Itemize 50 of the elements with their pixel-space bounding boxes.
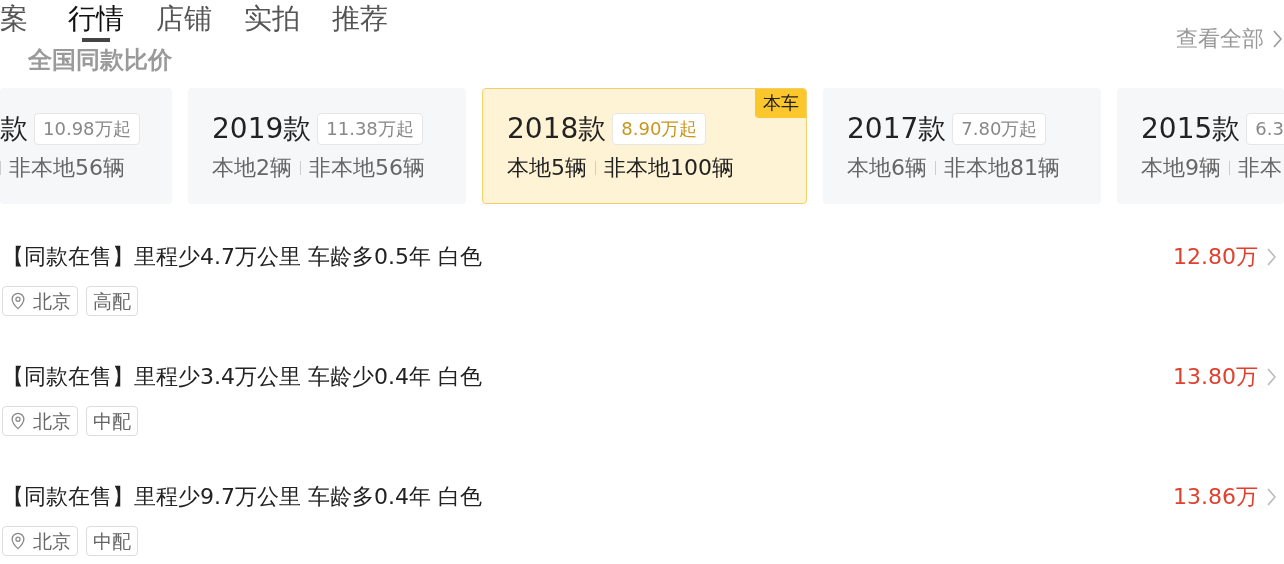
- model-year: 2018款: [507, 115, 607, 143]
- tab[interactable]: 行情: [68, 2, 124, 42]
- nonlocal-count: 非本地81辆: [944, 157, 1060, 179]
- trim-tag: 中配: [86, 526, 138, 556]
- tab[interactable]: 案: [0, 2, 28, 42]
- location-text: 北京: [33, 408, 71, 434]
- section-title: 全国同款比价: [28, 45, 172, 76]
- listing-title[interactable]: 【同款在售】里程少3.4万公里 车龄少0.4年 白色: [2, 362, 482, 392]
- local-count: 本地2辆: [212, 157, 292, 179]
- model-year-card[interactable]: 2019款 11.38万起 本地2辆 非本地56辆: [188, 88, 466, 204]
- chevron-right-icon: [1266, 368, 1276, 386]
- nonlocal-count: 非本: [1238, 157, 1282, 179]
- model-year: 款: [0, 115, 28, 143]
- listing-price: 12.80万: [1173, 243, 1258, 271]
- chevron-right-icon: [1266, 248, 1276, 266]
- tab[interactable]: 实拍: [244, 2, 300, 42]
- nonlocal-count: 非本地56辆: [9, 157, 125, 179]
- location-text: 北京: [33, 528, 71, 554]
- chevron-right-icon: [1266, 488, 1276, 506]
- listing-price: 13.86万: [1173, 483, 1258, 511]
- model-year: 2019款: [212, 115, 312, 143]
- model-year-card[interactable]: 款 10.98万起 非本地56辆: [0, 88, 172, 204]
- local-count: 本地5辆: [507, 157, 587, 179]
- location-pin-icon: [9, 412, 27, 430]
- listing-title[interactable]: 【同款在售】里程少9.7万公里 车龄多0.4年 白色: [2, 482, 482, 512]
- location-text: 北京: [33, 288, 71, 314]
- model-year: 2017款: [847, 115, 947, 143]
- starting-price-tag: 10.98万起: [34, 113, 140, 145]
- nonlocal-count: 非本地56辆: [309, 157, 425, 179]
- starting-price-tag: 7.80万起: [952, 113, 1047, 145]
- local-count: 本地6辆: [847, 157, 927, 179]
- listing-price: 13.80万: [1173, 363, 1258, 391]
- current-car-badge: 本车: [755, 89, 806, 118]
- tab[interactable]: 推荐: [332, 2, 388, 42]
- tab[interactable]: 店铺: [156, 2, 212, 42]
- starting-price-tag: 11.38万起: [317, 113, 423, 145]
- location-pin-icon: [9, 532, 27, 550]
- trim-tag: 高配: [86, 286, 138, 316]
- starting-price-tag: 6.3: [1246, 113, 1284, 145]
- location-pin-icon: [9, 292, 27, 310]
- listing-title[interactable]: 【同款在售】里程少4.7万公里 车龄多0.5年 白色: [2, 242, 482, 272]
- model-year-card[interactable]: 2015款 6.3 本地9辆 非本: [1117, 88, 1284, 204]
- model-year-card[interactable]: 本车 2018款 8.90万起 本地5辆 非本地100辆: [482, 88, 807, 204]
- nonlocal-count: 非本地100辆: [604, 157, 734, 179]
- chevron-right-icon: [1272, 30, 1282, 48]
- trim-tag: 中配: [86, 406, 138, 436]
- model-year: 2015款: [1141, 115, 1241, 143]
- model-year-card[interactable]: 2017款 7.80万起 本地6辆 非本地81辆: [823, 88, 1101, 204]
- starting-price-tag: 8.90万起: [612, 113, 707, 145]
- local-count: 本地9辆: [1141, 157, 1221, 179]
